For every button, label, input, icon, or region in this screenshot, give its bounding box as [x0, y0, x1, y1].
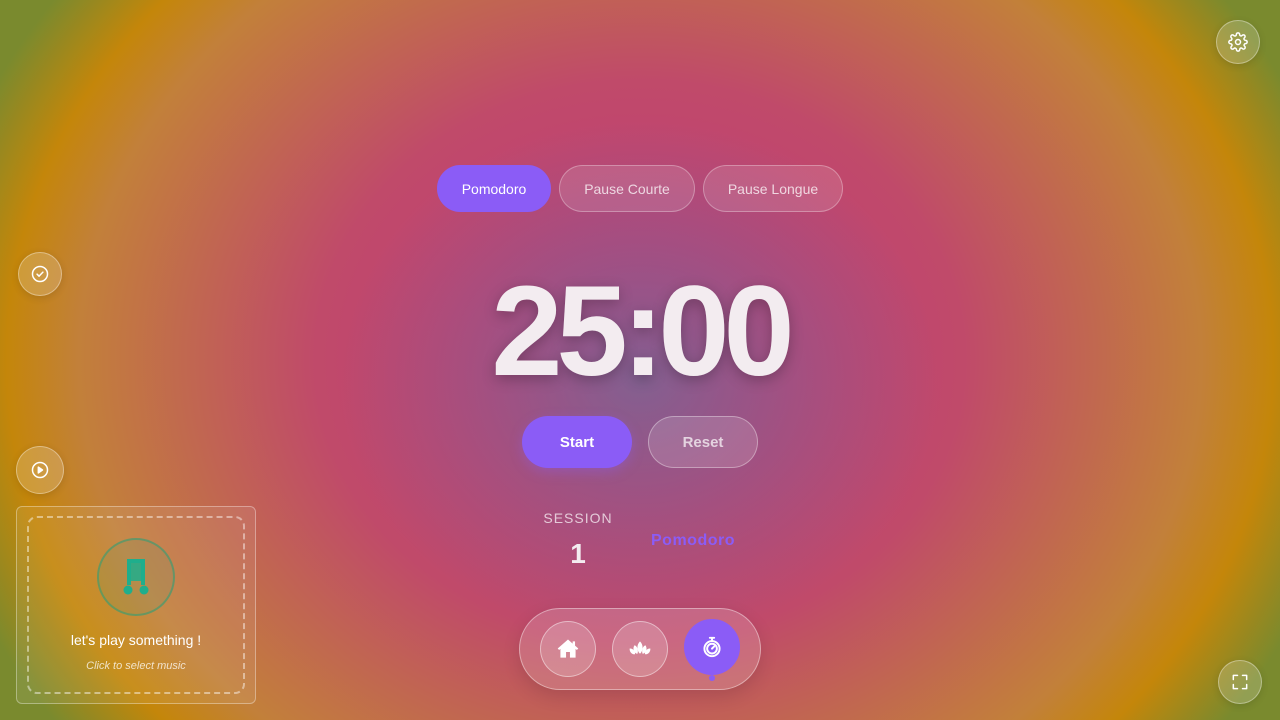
music-subtitle: Click to select music — [86, 660, 186, 672]
dock-meditation-button[interactable] — [612, 621, 668, 677]
tab-pomodoro[interactable]: Pomodoro — [437, 165, 551, 212]
current-mode-label: Pomodoro — [651, 532, 735, 549]
music-dropzone[interactable]: let's play something ! Click to select m… — [27, 516, 245, 694]
start-button[interactable]: Start — [522, 416, 632, 468]
mode-tabs: Pomodoro Pause Courte Pause Longue — [437, 165, 843, 212]
dock-timer-button[interactable] — [684, 619, 740, 675]
music-icon-circle — [97, 538, 175, 616]
session-number: 1 — [570, 538, 586, 569]
expand-icon — [1232, 674, 1248, 690]
stopwatch-icon — [703, 636, 721, 658]
lotus-icon — [629, 641, 651, 655]
music-widget[interactable]: let's play something ! Click to select m… — [16, 506, 256, 704]
reset-button[interactable]: Reset — [648, 416, 758, 468]
tab-long-break[interactable]: Pause Longue — [703, 165, 843, 212]
play-circle-icon — [31, 461, 49, 479]
active-indicator-dot — [709, 675, 715, 681]
dock-home-button[interactable] — [540, 621, 596, 677]
bottom-dock — [519, 608, 761, 690]
music-note-icon — [123, 559, 149, 595]
music-play-button[interactable] — [16, 446, 64, 494]
music-title: let's play something ! — [70, 632, 202, 648]
session-label: SESSION — [543, 510, 613, 526]
gear-icon — [1228, 32, 1248, 52]
home-icon — [557, 639, 579, 658]
settings-button[interactable] — [1216, 20, 1260, 64]
timer-display: 25:00 — [491, 260, 794, 403]
fullscreen-button[interactable] — [1218, 660, 1262, 704]
tab-short-break[interactable]: Pause Courte — [559, 165, 695, 212]
